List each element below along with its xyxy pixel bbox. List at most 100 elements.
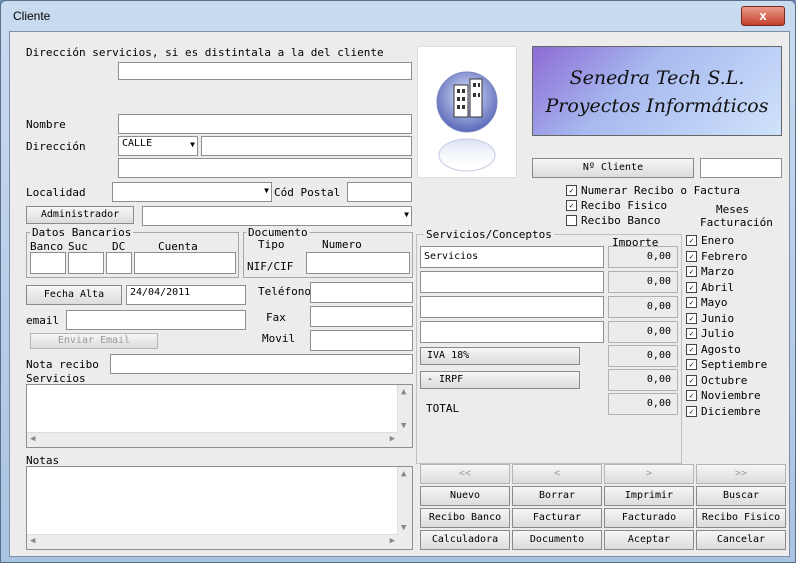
total-label: TOTAL [426,402,460,415]
scrollbar-horizontal[interactable]: ◀ ▶ [27,432,398,447]
calculator-button[interactable]: Calculadora [420,530,510,550]
scrollbar-vertical[interactable]: ▲ ▼ [397,385,412,447]
scrollbar-horizontal[interactable]: ◀ ▶ [27,534,398,549]
month-checkbox[interactable]: ✓ Abril [686,281,734,294]
bank-banco-input[interactable] [30,252,66,274]
service-amount-2[interactable]: 0,00 [608,271,678,293]
document-button[interactable]: Documento [512,530,602,550]
client-number-button[interactable]: Nº Cliente [532,158,694,178]
bank-suc-input[interactable] [68,252,104,274]
document-number-input[interactable] [306,252,410,274]
receipt-note-input[interactable] [110,354,413,374]
address-label: Dirección [26,140,86,153]
address-line2-input[interactable] [118,158,412,178]
scroll-right-icon[interactable]: ▶ [390,434,395,444]
irpf-button[interactable]: - IRPF [420,371,580,389]
check-icon: ✓ [686,343,697,355]
bank-cuenta-input[interactable] [134,252,236,274]
check-icon: ✓ [566,185,577,196]
month-checkbox[interactable]: ✓ Febrero [686,250,747,263]
option-numerar[interactable]: ✓ Numerar Recibo o Factura [566,184,740,197]
administrator-select[interactable]: ▼ [142,206,412,226]
month-label: Diciembre [701,404,761,418]
bank-receipt-button[interactable]: Recibo Banco [420,508,510,528]
month-checkbox[interactable]: ✓ Mayo [686,296,728,309]
send-email-button[interactable]: Enviar Email [30,333,158,349]
address-services-input[interactable] [118,62,412,80]
notes-memo[interactable]: ▲ ▼ ◀ ▶ [26,466,413,550]
nav-next-button[interactable]: > [604,464,694,484]
nav-first-button[interactable]: << [420,464,510,484]
postal-code-input[interactable] [347,182,412,202]
month-checkbox[interactable]: ✓ Marzo [686,265,734,278]
date-registered-input[interactable]: 24/04/2011 [126,285,246,305]
check-icon: ✓ [686,405,697,417]
address-services-label: Dirección servicios, si es distintala a … [26,46,384,59]
month-checkbox[interactable]: ✓ Septiembre [686,358,767,371]
month-label: Mayo [701,296,728,309]
service-concept-3[interactable] [420,296,604,318]
month-label: Abril [701,280,735,294]
print-button[interactable]: Imprimir [604,486,694,506]
phone-input[interactable] [310,282,413,303]
month-checkbox[interactable]: ✓ Diciembre [686,405,761,418]
delete-button[interactable]: Borrar [512,486,602,506]
street-type-select[interactable]: CALLE ▼ [118,136,198,156]
bank-dc-input[interactable] [106,252,132,274]
service-concept-1[interactable]: Servicios [420,246,604,268]
accept-button[interactable]: Aceptar [604,530,694,550]
month-checkbox[interactable]: ✓ Octubre [686,374,747,387]
option-recibo-fisico[interactable]: ✓ Recibo Fisico [566,199,667,212]
services-memo[interactable]: ▲ ▼ ◀ ▶ [26,384,413,448]
option-numerar-label: Numerar Recibo o Factura [581,184,740,197]
service-concept-4[interactable] [420,321,604,343]
nav-last-button[interactable]: >> [696,464,786,484]
address-input[interactable] [201,136,412,156]
cancel-button[interactable]: Cancelar [696,530,786,550]
scroll-down-icon[interactable]: ▼ [401,421,406,431]
month-checkbox[interactable]: ✓ Noviembre [686,389,761,402]
company-banner: Senedra Tech S.L. Proyectos Informáticos [532,46,782,136]
new-button[interactable]: Nuevo [420,486,510,506]
service-amount-1[interactable]: 0,00 [608,246,678,268]
document-type-value[interactable]: NIF/CIF [247,260,293,273]
service-amount-4[interactable]: 0,00 [608,321,678,343]
check-icon: ✓ [686,390,697,401]
scrollbar-vertical[interactable]: ▲ ▼ [397,467,412,549]
scroll-left-icon[interactable]: ◀ [30,434,35,444]
invoiced-button[interactable]: Facturado [604,508,694,528]
email-input[interactable] [66,310,246,330]
service-concept-2[interactable] [420,271,604,293]
iva-button[interactable]: IVA 18% [420,347,580,365]
month-label: Julio [701,327,735,340]
month-checkbox[interactable]: ✓ Julio [686,327,734,340]
total-amount: 0,00 [608,393,678,415]
title-bar[interactable]: Cliente x [1,1,796,31]
scroll-up-icon[interactable]: ▲ [401,387,406,397]
nav-prev-button[interactable]: < [512,464,602,484]
mobile-input[interactable] [310,330,413,351]
month-checkbox[interactable]: ✓ Agosto [686,343,741,356]
form-client-area: Dirección servicios, si es distintala a … [9,31,790,557]
name-input[interactable] [118,114,412,134]
scroll-left-icon[interactable]: ◀ [30,536,35,546]
scroll-up-icon[interactable]: ▲ [401,469,406,479]
client-number-input[interactable] [700,158,782,178]
month-label: Marzo [701,265,735,278]
invoice-button[interactable]: Facturar [512,508,602,528]
administrator-button[interactable]: Administrador [26,206,134,224]
checkbox-empty-icon [566,215,577,226]
chevron-down-icon: ▼ [404,210,409,219]
fax-input[interactable] [310,306,413,327]
close-button[interactable]: x [741,6,785,26]
scroll-down-icon[interactable]: ▼ [401,523,406,533]
scroll-right-icon[interactable]: ▶ [390,536,395,546]
locality-select[interactable]: ▼ [112,182,272,202]
date-registered-button[interactable]: Fecha Alta [26,285,122,305]
month-checkbox[interactable]: ✓ Junio [686,312,734,325]
physical-receipt-button[interactable]: Recibo Fisico [696,508,786,528]
option-recibo-banco[interactable]: Recibo Banco [566,214,660,227]
month-checkbox[interactable]: ✓ Enero [686,234,734,247]
search-button[interactable]: Buscar [696,486,786,506]
service-amount-3[interactable]: 0,00 [608,296,678,318]
